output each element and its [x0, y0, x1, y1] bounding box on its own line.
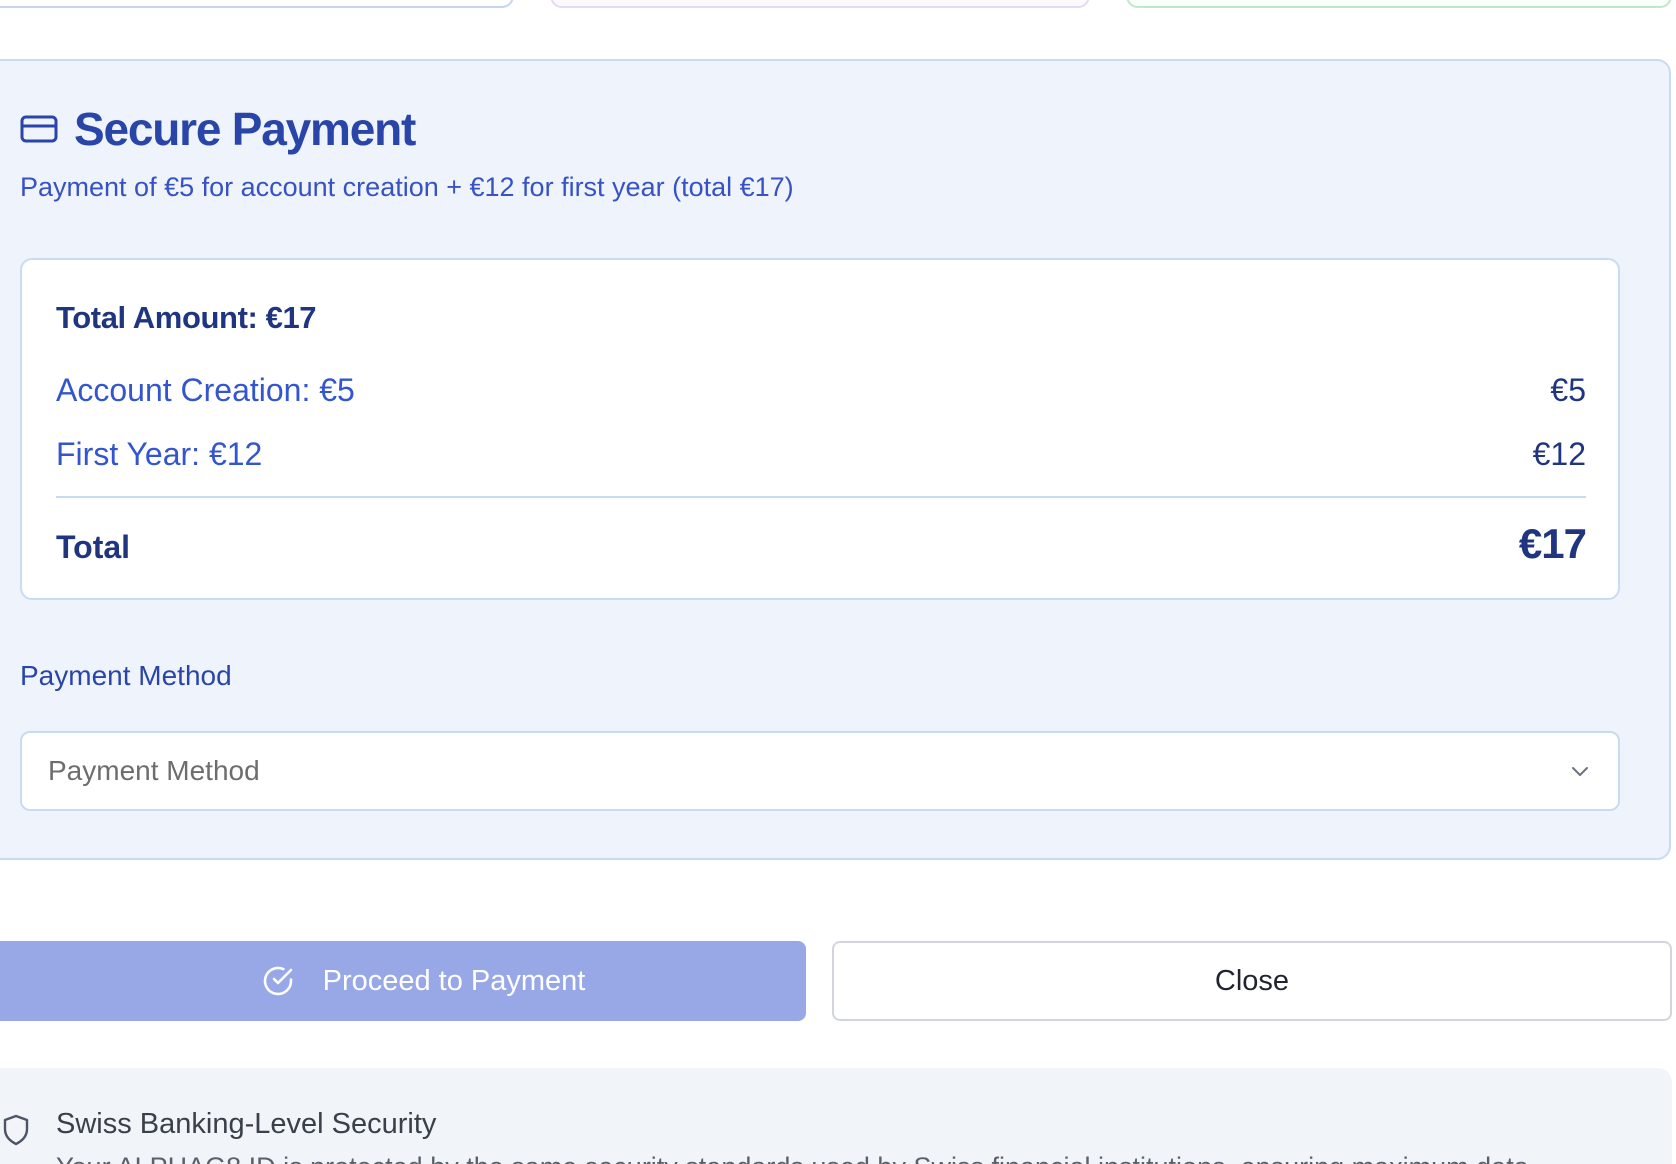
close-button-label: Close [1214, 964, 1290, 997]
shield-icon [2, 1114, 30, 1146]
summary-row-total: Total €17 [56, 520, 1587, 568]
total-label: Total [56, 529, 131, 565]
total-value: €17 [1518, 520, 1587, 567]
summary-row-account-creation: Account Creation: €5 €5 [56, 372, 1586, 409]
security-title: Swiss Banking-Level Security [56, 1108, 437, 1140]
security-info-card: Swiss Banking-Level Security Your ALPHAG… [0, 1068, 1672, 1164]
panel-header: Secure Payment [20, 102, 416, 156]
payment-method-label: Payment Method [20, 660, 232, 691]
payment-subtitle: Payment of €5 for account creation + €12… [20, 172, 794, 202]
close-button[interactable]: Close [832, 941, 1672, 1021]
page-title: Secure Payment [74, 103, 416, 155]
proceed-button-label: Proceed to Payment [322, 964, 586, 997]
summary-row-value: €12 [1532, 436, 1586, 472]
summary-divider [56, 496, 1586, 498]
payment-screen: Secure Payment Payment of €5 for account… [0, 0, 1676, 1164]
top-card-2 [550, 0, 1090, 8]
credit-card-icon [20, 114, 58, 144]
summary-row-label: First Year: €12 [56, 436, 263, 472]
payment-method-select[interactable]: Payment Method [20, 731, 1620, 811]
payment-summary-card: Total Amount: €17 Account Creation: €5 €… [20, 258, 1620, 600]
check-circle-icon [261, 964, 295, 998]
proceed-to-payment-button[interactable]: Proceed to Payment [0, 941, 806, 1021]
top-card-1 [0, 0, 514, 8]
total-amount-heading: Total Amount: €17 [56, 300, 317, 335]
summary-row-value: €5 [1550, 372, 1586, 408]
chevron-down-icon [1568, 759, 1592, 783]
top-card-3 [1126, 0, 1672, 8]
security-description: Your ALPHAG8 ID is protected by the same… [56, 1152, 1529, 1164]
payment-method-placeholder: Payment Method [48, 755, 260, 786]
summary-row-first-year: First Year: €12 €12 [56, 436, 1586, 473]
summary-row-label: Account Creation: €5 [56, 372, 355, 408]
